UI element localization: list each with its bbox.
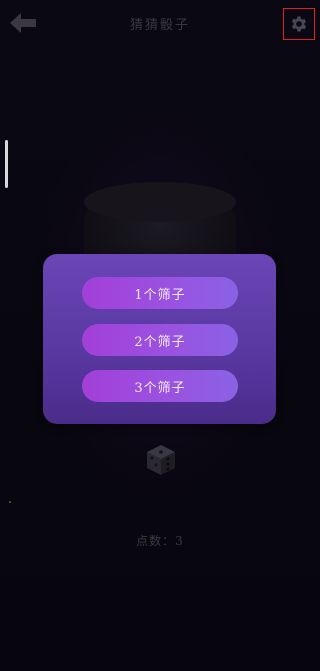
game-screen: 猜猜骰子 1个筛子 2个筛子 3个筛子 点数：3	[0, 0, 320, 671]
three-dice-button[interactable]: 3个筛子	[82, 370, 238, 402]
two-dice-button[interactable]: 2个筛子	[82, 324, 238, 356]
side-scroll-indicator[interactable]	[5, 140, 8, 188]
page-title: 猜猜骰子	[129, 18, 190, 33]
dice-cup-rim	[84, 182, 236, 222]
dice-count-dialog: 1个筛子 2个筛子 3个筛子	[43, 254, 276, 424]
one-dice-button[interactable]: 1个筛子	[82, 277, 238, 309]
score-text: 点数：3	[136, 534, 184, 548]
decorative-dot	[9, 501, 11, 503]
settings-button[interactable]	[283, 8, 315, 40]
gear-icon	[291, 16, 307, 32]
dice-icon	[144, 443, 178, 477]
